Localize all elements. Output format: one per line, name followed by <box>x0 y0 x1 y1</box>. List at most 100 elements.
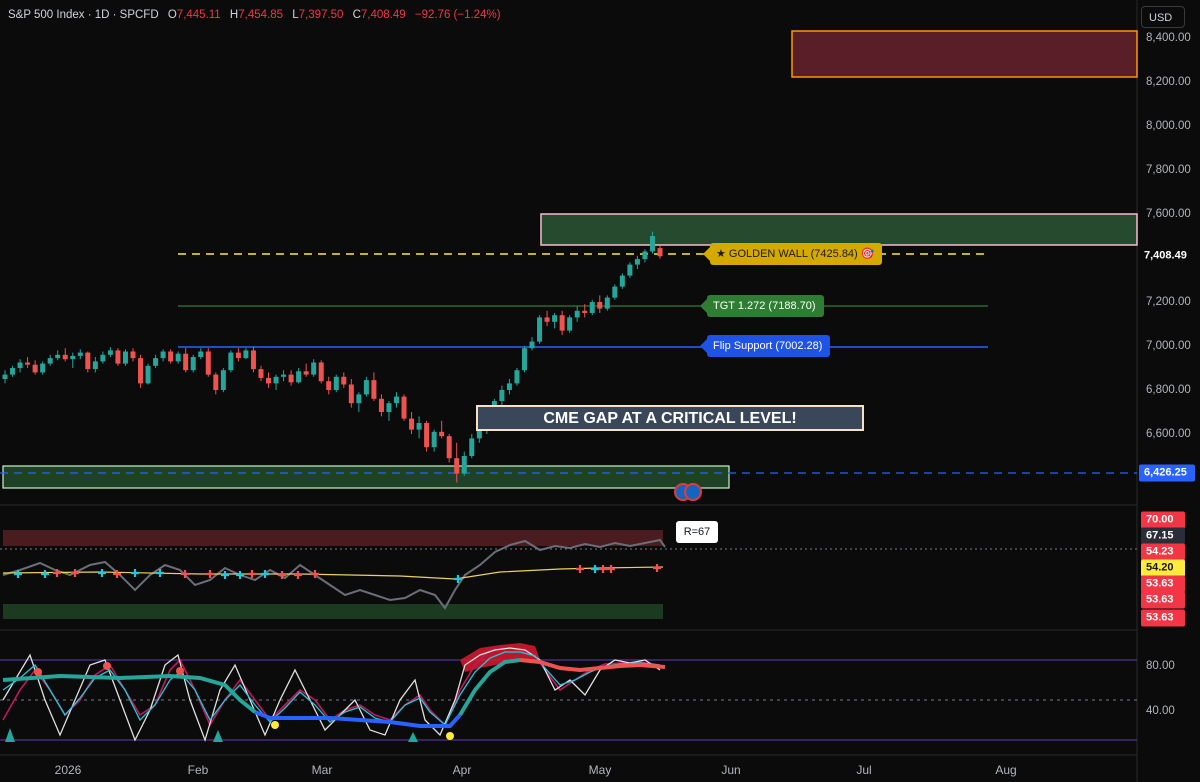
rsi-cross-marker <box>591 565 599 573</box>
currency-button[interactable]: USD <box>1141 6 1185 28</box>
candle-body <box>258 369 264 378</box>
close-value: 7,408.49 <box>360 9 406 21</box>
candle-body <box>521 348 527 371</box>
rsi-tag: 53.63 <box>1141 591 1185 609</box>
candle-body <box>597 302 603 309</box>
rsi-tag: 54.23 <box>1141 543 1185 561</box>
candle-body <box>634 259 640 265</box>
price-tick: 6,600.00 <box>1146 428 1191 440</box>
rsi-overbought-zone <box>3 530 663 546</box>
price-tick: 7,800.00 <box>1146 164 1191 176</box>
candle-body <box>589 302 595 313</box>
chart-header: S&P 500 Index · 1D · SPCFD O7,445.11 H7,… <box>8 9 501 21</box>
last-price-tag: 7,408.49 <box>1139 247 1195 265</box>
osc-tick: 40.00 <box>1146 705 1175 717</box>
candle-body <box>642 251 648 260</box>
resistance-zone[interactable] <box>791 30 1138 78</box>
candle-body <box>574 310 580 318</box>
rsi-cross-marker <box>607 565 615 573</box>
rsi-cross-marker <box>576 565 584 573</box>
candle-body <box>454 458 460 474</box>
price-chart[interactable] <box>0 0 1200 782</box>
osc-dot <box>271 721 279 729</box>
symbol-title[interactable]: S&P 500 Index · 1D · SPCFD <box>8 9 159 21</box>
candle-body <box>10 368 16 375</box>
rsi-tag: 70.00 <box>1141 511 1185 529</box>
time-label: Jul <box>856 763 872 777</box>
candle-body <box>17 362 23 368</box>
candle-body <box>604 297 610 309</box>
time-label: Jun <box>721 763 741 777</box>
candle-body <box>77 352 83 356</box>
candle-body <box>198 351 204 357</box>
candle-body <box>2 374 8 379</box>
candle-body <box>393 396 399 404</box>
rsi-tag: 53.63 <box>1141 609 1185 627</box>
candle-body <box>409 418 415 430</box>
candle-body <box>40 363 46 373</box>
candle-body <box>439 431 445 437</box>
price-tick: 8,000.00 <box>1146 120 1191 132</box>
candle-body <box>416 423 422 430</box>
candles-group <box>2 231 663 483</box>
candle-body <box>619 275 625 287</box>
candle-body <box>107 350 113 355</box>
price-tick: 7,200.00 <box>1146 296 1191 308</box>
rsi-tag: 67.15 <box>1141 527 1185 545</box>
osc-triangle <box>408 732 418 742</box>
osc-trend-green <box>2 673 257 714</box>
dashed-level-tag: 6,426.25 <box>1139 464 1195 482</box>
candle-body <box>514 370 520 384</box>
supply-zone[interactable] <box>540 213 1138 246</box>
time-label: Mar <box>311 763 333 777</box>
candle-body <box>100 354 106 362</box>
price-tick: 7,000.00 <box>1146 340 1191 352</box>
candle-body <box>85 352 91 370</box>
candle-body <box>205 351 211 375</box>
candle-body <box>243 350 249 359</box>
osc-triangle <box>213 730 223 742</box>
candle-body <box>657 248 663 257</box>
candle-body <box>62 354 68 360</box>
candle-body <box>130 351 136 359</box>
candle-body <box>341 376 347 385</box>
candle-body <box>296 371 302 383</box>
candle-body <box>371 380 377 399</box>
candle-body <box>228 352 234 371</box>
rsi-cross-marker <box>98 569 106 577</box>
price-tick: 8,400.00 <box>1146 32 1191 44</box>
rsi-oversold-zone <box>3 604 663 619</box>
rsi-cross-marker <box>248 570 256 578</box>
flip-support-label[interactable]: Flip Support (7002.28) <box>707 335 831 357</box>
time-label: Apr <box>452 763 472 777</box>
candle-body <box>469 438 475 456</box>
rsi-cross-marker <box>221 571 229 579</box>
candle-body <box>281 374 287 377</box>
golden-wall-label[interactable]: ★ GOLDEN WALL (7425.84) 🎯 <box>710 243 883 265</box>
candle-body <box>363 380 369 395</box>
candle-body <box>55 354 61 359</box>
candle-body <box>288 374 294 383</box>
candle-body <box>356 394 362 404</box>
candle-body <box>386 403 392 412</box>
candle-body <box>461 456 467 474</box>
candle-body <box>190 357 196 371</box>
target-label[interactable]: TGT 1.272 (7188.70) <box>707 295 824 317</box>
demand-zone[interactable] <box>2 465 730 489</box>
candle-body <box>183 353 189 371</box>
us-flag-icon[interactable] <box>684 483 702 501</box>
candle-body <box>506 383 512 390</box>
candle-body <box>612 286 618 298</box>
rsi-tag: 54.20 <box>1141 559 1185 577</box>
osc-dot <box>34 668 42 676</box>
candle-body <box>175 353 181 362</box>
price-tick: 7,600.00 <box>1146 208 1191 220</box>
rsi-cross-marker <box>236 571 244 579</box>
candle-body <box>145 365 151 384</box>
osc-dot <box>103 662 111 670</box>
rsi-cross-marker <box>653 564 661 572</box>
cme-gap-callout[interactable]: CME GAP AT A CRITICAL LEVEL! <box>476 405 864 431</box>
osc-dot <box>176 667 184 675</box>
time-label: 2026 <box>54 763 82 777</box>
candle-body <box>25 362 31 365</box>
